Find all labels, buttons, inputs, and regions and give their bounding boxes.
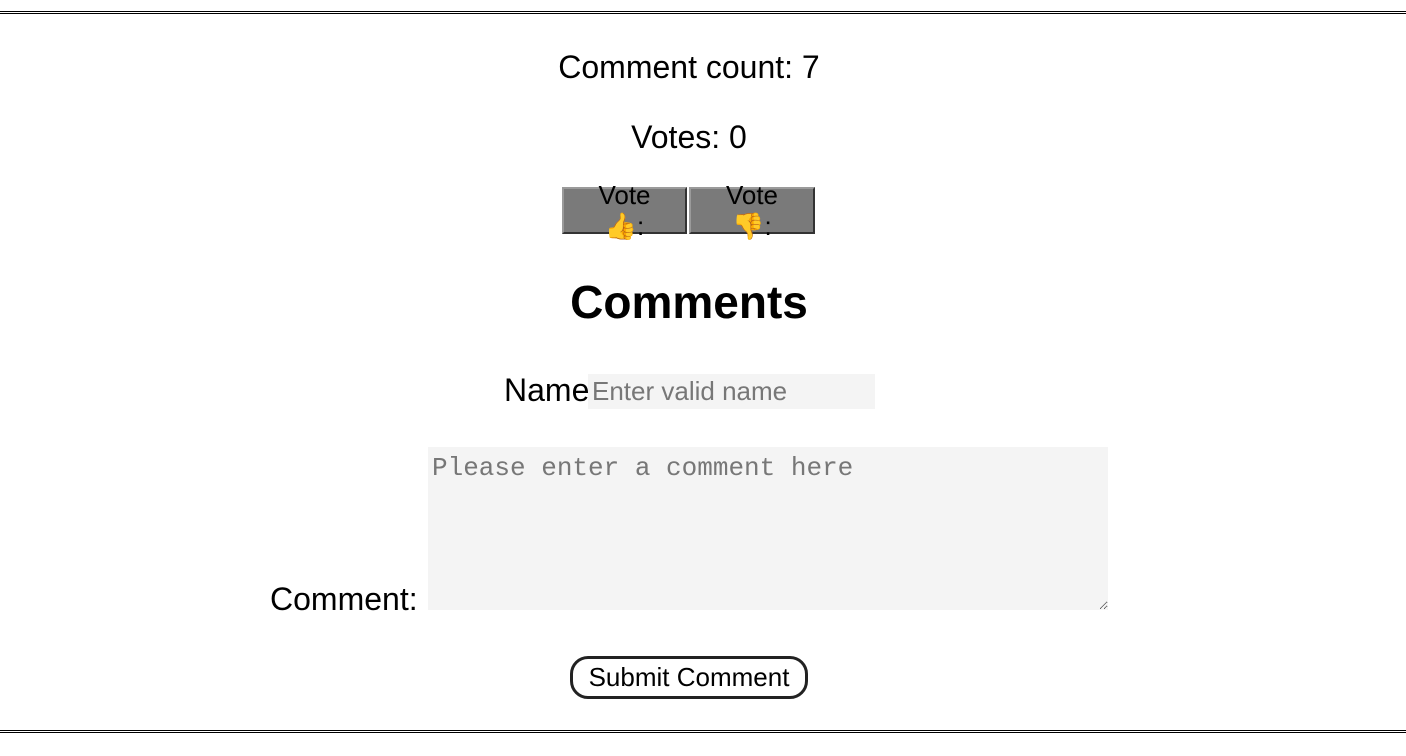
comment-label: Comment: (270, 581, 418, 617)
name-input[interactable] (588, 374, 875, 409)
vote-count: Votes: 0 (631, 119, 747, 155)
comments-heading: Comments (570, 276, 808, 328)
comment-count: Comment count: 7 (558, 49, 820, 85)
comment-textarea[interactable] (428, 447, 1108, 610)
name-label: Name (504, 372, 590, 408)
vote-up-button[interactable]: Vote 👍: (562, 180, 687, 241)
vote-buttons: Vote 👍: Vote 👎: (562, 180, 815, 241)
bottom-divider (0, 730, 1406, 733)
submit-comment-button[interactable]: Submit Comment (570, 656, 808, 699)
vote-down-button[interactable]: Vote 👎: (689, 180, 815, 241)
top-divider (0, 11, 1406, 14)
